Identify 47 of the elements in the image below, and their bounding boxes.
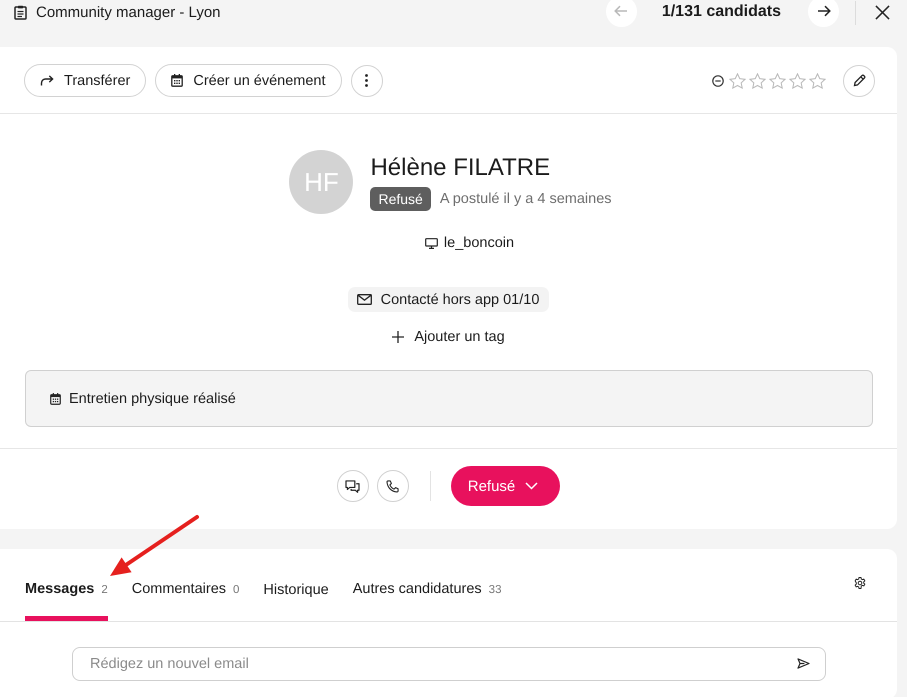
add-tag-button[interactable]: Ajouter un tag: [392, 327, 505, 347]
phone-icon: [386, 480, 400, 492]
status-badge: Refusé: [370, 187, 431, 211]
tab[interactable]: Messages 2: [25, 580, 108, 621]
message-button[interactable]: [336, 470, 369, 502]
arrow-right-icon: [816, 5, 830, 17]
source-label: le_boncoin: [444, 235, 514, 251]
star-icon[interactable]: [809, 72, 826, 88]
close-button[interactable]: [875, 5, 890, 20]
note-text: Entretien physique réalisé: [69, 390, 236, 406]
call-button[interactable]: [376, 470, 409, 502]
pencil-icon: [852, 74, 866, 87]
edit-button[interactable]: [843, 64, 875, 96]
candidate-name: Hélène FILATRE: [370, 153, 552, 183]
minus-circle-icon[interactable]: [712, 74, 724, 86]
email-input-field[interactable]: Rédigez un nouvel email: [72, 647, 826, 681]
clipboard-icon: [14, 4, 27, 20]
star-icon[interactable]: [729, 72, 746, 88]
monitor-icon: [424, 238, 438, 248]
chevron-down-icon: [525, 482, 538, 490]
mail-icon: [356, 294, 372, 305]
contact-text: Contacté hors app 01/10: [380, 292, 540, 308]
status-dropdown-button[interactable]: Refusé: [450, 466, 560, 506]
create-event-button[interactable]: Créer un événement: [155, 64, 342, 97]
tab[interactable]: Commentaires 0: [132, 580, 240, 621]
transfer-button[interactable]: Transférer: [24, 64, 146, 97]
star-icon[interactable]: [789, 72, 806, 88]
tab[interactable]: Historique: [263, 581, 329, 621]
chat-icon: [345, 480, 360, 492]
close-icon: [875, 5, 890, 20]
job-title: Community manager - Lyon: [36, 4, 221, 20]
star-icon[interactable]: [749, 72, 766, 88]
send-icon: [797, 658, 810, 669]
send-button[interactable]: [797, 658, 810, 669]
star-rating[interactable]: [729, 72, 826, 88]
plus-icon: [392, 331, 404, 343]
settings-icon[interactable]: [854, 577, 866, 589]
tab[interactable]: Autres candidatures 33: [352, 580, 502, 621]
calendar-icon: [50, 392, 61, 404]
more-icon: [365, 74, 368, 87]
star-icon[interactable]: [769, 72, 786, 88]
arrow-left-icon: [614, 5, 628, 17]
calendar-icon: [171, 74, 184, 87]
next-button[interactable]: [808, 0, 839, 26]
forward-arrow-icon: [40, 75, 54, 86]
applied-date: A postulé il y a 4 semaines: [440, 191, 612, 207]
candidate-counter: 1/131 candidats: [662, 2, 781, 21]
